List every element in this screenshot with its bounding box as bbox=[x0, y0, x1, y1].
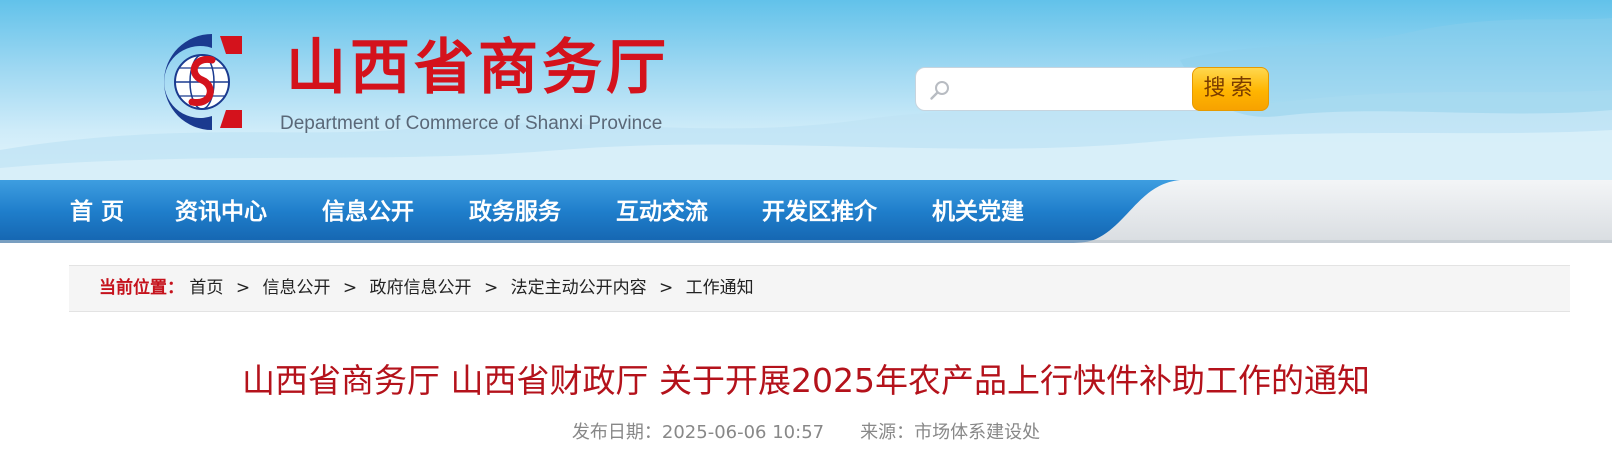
breadcrumb-link-home[interactable]: 首页 bbox=[189, 278, 223, 298]
main-nav: 首 页 资讯中心 信息公开 政务服务 互动交流 开发区推介 机关党建 bbox=[0, 180, 1612, 243]
breadcrumb: 当前位置： 首页 > 信息公开 > 政府信息公开 > 法定主动公开内容 > 工作… bbox=[69, 265, 1570, 312]
breadcrumb-separator: > bbox=[483, 278, 499, 298]
publish-date-label: 发布日期： bbox=[571, 422, 662, 443]
nav-item-dev-zones[interactable]: 开发区推介 bbox=[762, 198, 877, 226]
article-meta: 发布日期：2025-06-06 10:57 来源：市场体系建设处 bbox=[0, 420, 1612, 446]
source-value: 市场体系建设处 bbox=[914, 422, 1041, 443]
breadcrumb-link-gov-disclosure[interactable]: 政府信息公开 bbox=[370, 278, 472, 298]
breadcrumb-link-work-notice[interactable]: 工作通知 bbox=[686, 278, 754, 298]
nav-item-interaction[interactable]: 互动交流 bbox=[616, 198, 708, 226]
site-title: 山西省商务厅 bbox=[286, 33, 670, 103]
search-input[interactable] bbox=[960, 75, 1190, 105]
breadcrumb-separator: > bbox=[235, 278, 251, 298]
search-icon bbox=[930, 81, 949, 100]
publish-date-value: 2025-06-06 10:57 bbox=[661, 422, 825, 443]
breadcrumb-lead: 当前位置： bbox=[99, 278, 184, 298]
search-box bbox=[915, 67, 1197, 111]
breadcrumb-separator: > bbox=[342, 278, 358, 298]
search-button[interactable]: 搜索 bbox=[1192, 67, 1269, 111]
breadcrumb-separator: > bbox=[659, 278, 674, 298]
search-bar: 搜索 bbox=[915, 67, 1269, 111]
article-title: 山西省商务厅 山西省财政厅 关于开展2025年农产品上行快件补助工作的通知 bbox=[242, 361, 1370, 400]
breadcrumb-link-disclosure[interactable]: 信息公开 bbox=[262, 278, 330, 298]
site-subtitle: Department of Commerce of Shanxi Provinc… bbox=[280, 113, 663, 134]
source-label: 来源： bbox=[860, 422, 915, 443]
header-banner: 山西省商务厅 Department of Commerce of Shanxi … bbox=[0, 0, 1612, 182]
nav-item-home[interactable]: 首 页 bbox=[70, 198, 124, 226]
shanxi-commerce-logo-icon bbox=[164, 34, 242, 130]
nav-item-services[interactable]: 政务服务 bbox=[469, 198, 561, 226]
nav-item-disclosure[interactable]: 信息公开 bbox=[322, 198, 414, 226]
nav-item-news[interactable]: 资讯中心 bbox=[175, 198, 267, 226]
nav-item-party[interactable]: 机关党建 bbox=[932, 198, 1024, 226]
breadcrumb-link-statutory[interactable]: 法定主动公开内容 bbox=[511, 278, 647, 298]
